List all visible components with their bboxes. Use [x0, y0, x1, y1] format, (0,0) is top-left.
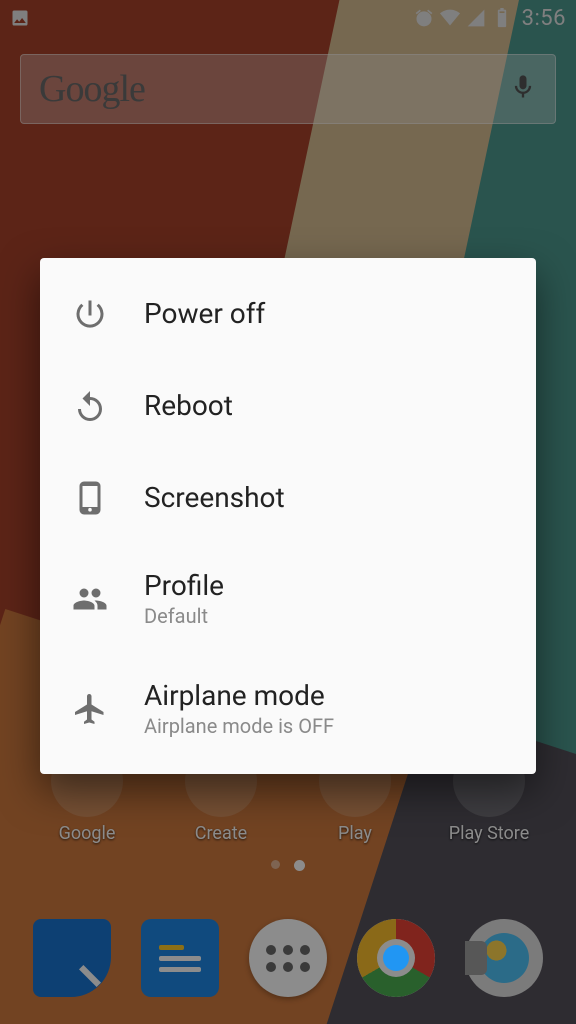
airplane-mode-item[interactable]: Airplane mode Airplane mode is OFF: [40, 654, 536, 764]
power-off-item[interactable]: Power off: [40, 268, 536, 360]
reboot-icon: [70, 386, 110, 426]
phone-outline-icon: [70, 478, 110, 518]
menu-item-title: Screenshot: [144, 482, 285, 514]
menu-item-subtitle: Default: [144, 604, 224, 628]
power-menu: Power off Reboot Screenshot Profile Defa…: [40, 258, 536, 774]
menu-item-subtitle: Airplane mode is OFF: [144, 714, 334, 738]
menu-item-title: Reboot: [144, 390, 233, 422]
airplane-icon: [70, 689, 110, 729]
screenshot-item[interactable]: Screenshot: [40, 452, 536, 544]
menu-item-title: Profile: [144, 570, 224, 602]
power-icon: [70, 294, 110, 334]
menu-item-title: Airplane mode: [144, 680, 334, 712]
profile-item[interactable]: Profile Default: [40, 544, 536, 654]
users-icon: [70, 579, 110, 619]
menu-item-title: Power off: [144, 298, 265, 330]
reboot-item[interactable]: Reboot: [40, 360, 536, 452]
